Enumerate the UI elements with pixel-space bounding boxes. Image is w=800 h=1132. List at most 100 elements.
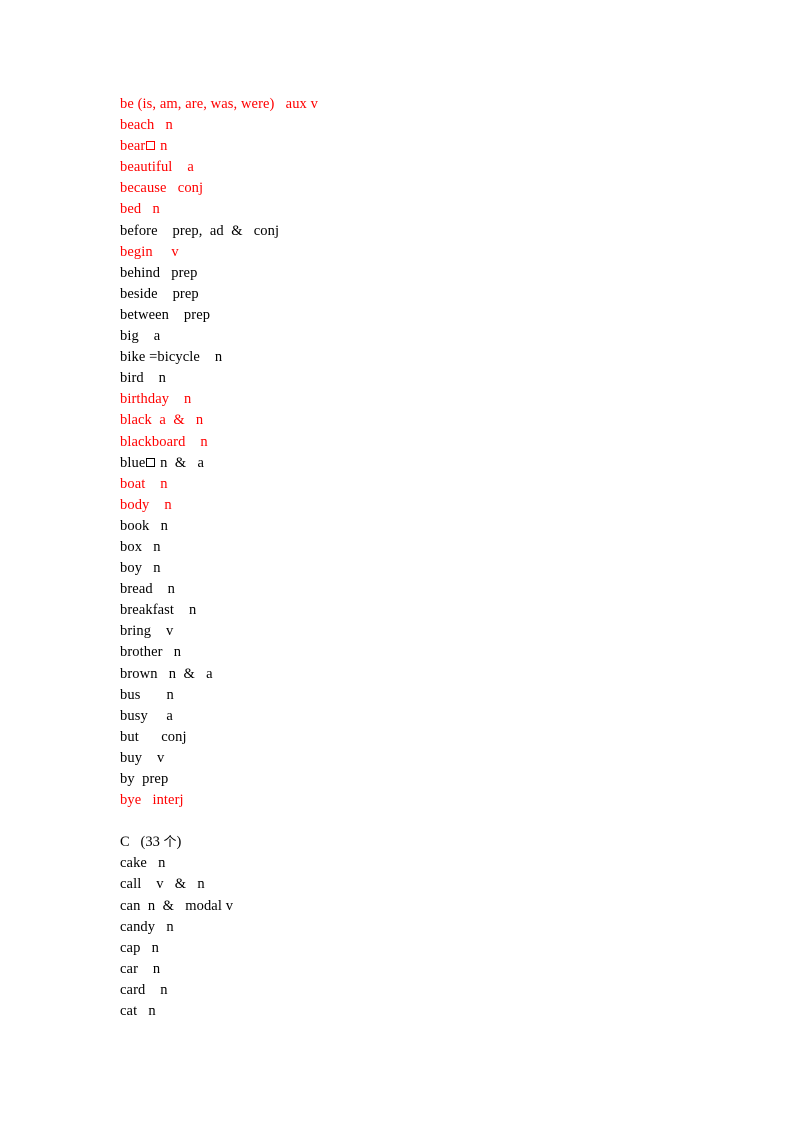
entry-part-of-speech: prep: [171, 264, 198, 281]
entry-part-of-speech: n: [184, 391, 192, 408]
entry-part-of-speech: n: [173, 644, 182, 661]
word-entry: book n: [120, 516, 740, 537]
entry-part-of-speech: aux v: [285, 96, 318, 112]
word-entry: can n & modal v: [120, 896, 740, 917]
entry-part-of-speech: v: [166, 623, 174, 640]
entry-part-of-speech: n: [153, 560, 161, 577]
word-entry: bread n: [120, 579, 740, 600]
section-count-unit: 个: [163, 835, 177, 851]
entry-part-of-speech: n: [200, 433, 208, 450]
word-entry: bear n: [120, 136, 740, 157]
word-entry: brother n: [120, 642, 740, 663]
section-count: (33: [140, 834, 164, 851]
word-entry: because conj: [120, 178, 740, 199]
entry-part-of-speech: a: [187, 159, 194, 176]
entry-word: blackboard: [120, 433, 186, 450]
word-entry: black a & n: [120, 410, 740, 431]
entry-part-of-speech: n: [160, 475, 168, 492]
entry-part-of-speech: v: [156, 749, 165, 766]
entry-part-of-speech: n: [151, 939, 159, 956]
entry-part-of-speech: prep: [183, 306, 211, 323]
entry-word: book: [120, 517, 150, 534]
entry-word: begin: [120, 243, 153, 260]
word-entry: bed n: [120, 199, 740, 220]
word-entry: beside prep: [120, 284, 740, 305]
word-entry: body n: [120, 495, 740, 516]
entry-part-of-speech: n: [152, 960, 161, 977]
entry-word: boy: [120, 560, 143, 577]
entry-part-of-speech: n: [153, 538, 161, 555]
entry-part-of-speech: a & n: [159, 412, 204, 429]
entry-word: birthday: [120, 391, 170, 408]
entry-part-of-speech: n: [160, 138, 168, 155]
word-entry: buy v: [120, 748, 740, 769]
word-entry: boy n: [120, 558, 740, 579]
word-entry: cat n: [120, 1001, 740, 1022]
entry-word: be (is, am, are, was, were): [120, 96, 275, 112]
entry-part-of-speech: n: [148, 1003, 156, 1020]
entry-word: behind: [120, 264, 161, 281]
missing-glyph-box: [146, 457, 156, 467]
entry-part-of-speech: interj: [152, 792, 184, 809]
entry-part-of-speech: n: [166, 918, 174, 935]
entry-word: before: [120, 222, 158, 239]
entry-word: big: [120, 328, 139, 345]
entry-part-of-speech: n: [164, 496, 172, 513]
entry-word: card: [120, 981, 146, 998]
section-count-close: ): [176, 834, 182, 851]
entry-word: busy: [120, 707, 148, 724]
word-entry: birthday n: [120, 389, 740, 410]
word-entry: boat n: [120, 474, 740, 495]
entry-part-of-speech: n: [158, 855, 166, 872]
entry-word: beside: [120, 285, 158, 302]
entry-part-of-speech: n: [152, 201, 160, 218]
document-page: be (is, am, are, was, were) aux v beach n…: [0, 0, 800, 1132]
entry-word: beautiful: [120, 159, 173, 176]
word-entry: cake n: [120, 853, 740, 874]
entry-part-of-speech: a: [166, 707, 173, 724]
word-entry: be (is, am, are, was, were) aux v: [120, 94, 740, 115]
entry-word: bread: [120, 581, 153, 598]
word-entry: begin v: [120, 242, 740, 263]
entry-word: body: [120, 496, 150, 513]
entry-word: box: [120, 538, 143, 555]
entry-part-of-speech: n: [165, 117, 173, 134]
entry-word: brother: [120, 644, 163, 661]
word-entry: cap n: [120, 938, 740, 959]
entry-word: because: [120, 180, 167, 197]
entry-part-of-speech: n & a: [168, 665, 213, 682]
entry-word: breakfast: [120, 602, 175, 619]
entry-part-of-speech: n: [160, 981, 168, 998]
word-entry: box n: [120, 537, 740, 558]
entry-word: beach: [120, 117, 155, 134]
entry-part-of-speech: v: [171, 243, 179, 260]
entry-word: bear: [120, 138, 146, 155]
entry-word: bus: [120, 686, 141, 703]
